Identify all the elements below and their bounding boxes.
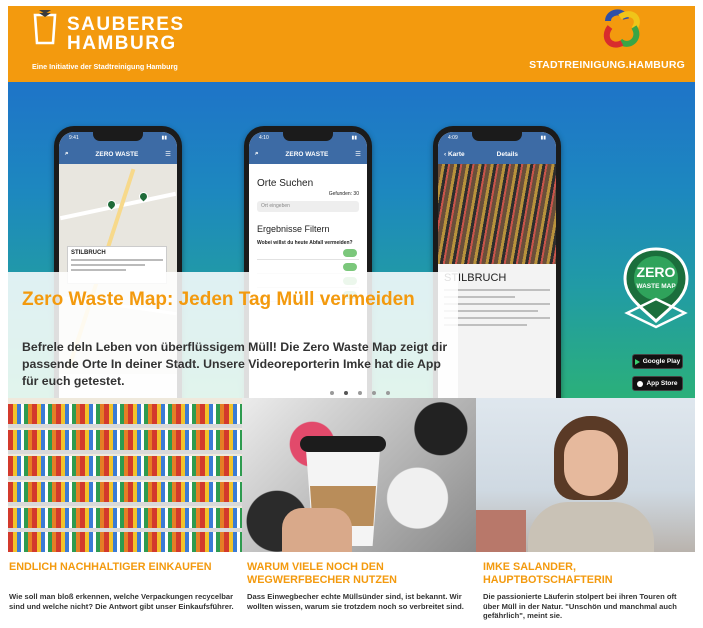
search-found-count: Gefunden: 30: [328, 191, 359, 197]
logo-title[interactable]: SAUBERES HAMBURG: [67, 15, 185, 53]
search-input: Ort eingeben: [257, 201, 359, 212]
apple-icon: [637, 380, 644, 387]
logo-title-line1: SAUBERES: [67, 14, 185, 35]
filter-title: Ergebnisse Filtern: [257, 224, 330, 234]
logo-tagline: Eine Initiative der Stadtreinigung Hambu…: [32, 62, 178, 71]
badge-waste-map: WASTE MAP: [636, 283, 676, 290]
stadtreinigung-emblem-icon[interactable]: [598, 7, 646, 53]
toggle-switch: [343, 249, 357, 257]
carousel-dot[interactable]: [386, 391, 390, 395]
brand-link[interactable]: STADTREINIGUNG.HAMBURG: [529, 59, 685, 71]
trash-bin-icon: [33, 10, 57, 45]
google-play-icon: [634, 358, 640, 365]
back-label: Karte: [447, 150, 465, 158]
records-photo: [438, 164, 556, 264]
search-icon: ⌕: [255, 150, 259, 157]
zero-waste-map-badge-icon: ZERO WASTE MAP: [623, 247, 689, 329]
card-title-ambassador[interactable]: IMKE SALANDER, HAUPTBOTSCHAFTERIN: [483, 561, 688, 587]
menu-icon: ☰: [165, 151, 171, 158]
app-title: ZERO WASTE: [285, 150, 329, 158]
card-title-shopping[interactable]: ENDLICH NACHHALTIGER EINKAUFEN: [9, 561, 234, 574]
hero-description: Befrele deln Leben von überflüssigem Mül…: [22, 340, 448, 388]
app-title: ZERO WASTE: [95, 150, 139, 158]
carousel-dot[interactable]: [330, 391, 334, 395]
menu-icon: ☰: [355, 151, 361, 158]
app-store-button[interactable]: App Store: [632, 376, 683, 391]
google-play-button[interactable]: Google Play: [632, 354, 683, 369]
detail-header: Details: [496, 150, 518, 158]
logo-title-line2: HAMBURG: [67, 33, 177, 54]
carousel-dots: [330, 391, 390, 395]
carousel-dot[interactable]: [372, 391, 376, 395]
card-title-cups[interactable]: WARUM VIELE NOCH DEN WEGWERFBECHER NUTZE…: [247, 561, 472, 587]
card-image-supermarket[interactable]: [8, 398, 242, 552]
badge-zero: ZERO: [637, 264, 676, 280]
app-store-label: App Store: [646, 380, 678, 387]
hero-title[interactable]: Zero Waste Map: Jeden Tag Müll vermeiden: [22, 289, 422, 310]
detail-name: STILBRUCH: [444, 272, 507, 284]
card-text-cups: Dass Einwegbecher echte Müllsünder sind,…: [247, 592, 464, 611]
search-icon: ⌕: [65, 150, 69, 157]
map-card-title: STILBRUCH: [71, 250, 106, 256]
google-play-label: Google Play: [642, 358, 681, 365]
card-text-ambassador: Die passionierte Läuferin stolpert bei i…: [483, 592, 677, 620]
back-link: ‹ Karte: [444, 150, 465, 158]
hero-slider[interactable]: 9:41 ▮▮ ⌕ ZERO WASTE ☰ STILBRUCH 4:10 ▮▮…: [8, 82, 695, 398]
card-text-shopping: Wie soll man bloß erkennen, welche Verpa…: [9, 592, 234, 611]
card-image-portrait[interactable]: [476, 398, 695, 552]
card-image-coffee-cup[interactable]: [242, 398, 476, 552]
carousel-dot[interactable]: [358, 391, 362, 395]
carousel-dot-active[interactable]: [344, 391, 348, 395]
site-header: SAUBERES HAMBURG Eine Initiative der Sta…: [8, 6, 695, 82]
toggle-switch: [343, 263, 357, 271]
search-title: Orte Suchen: [257, 178, 314, 189]
